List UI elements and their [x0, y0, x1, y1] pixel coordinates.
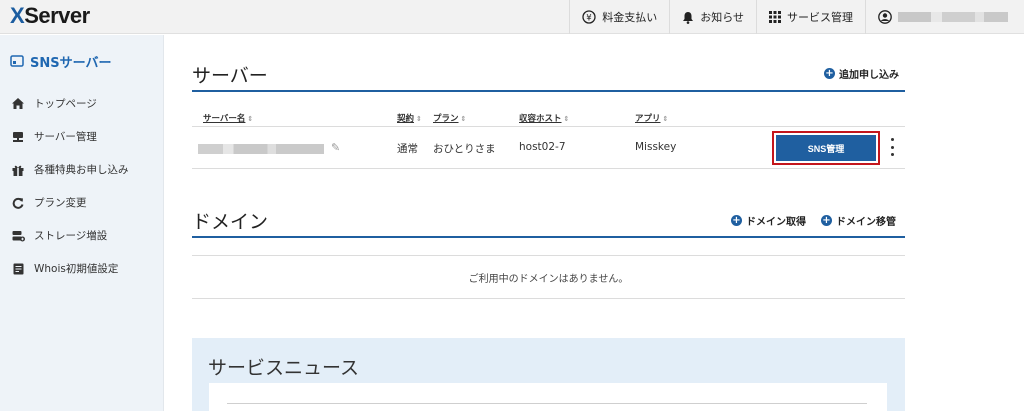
cell-app: Misskey	[635, 141, 677, 153]
cell-host: host02-7	[519, 141, 566, 153]
col-header-contract[interactable]: 契約 ⇕	[397, 112, 422, 124]
cell-contract: 通常	[397, 143, 418, 155]
sidebar-item-label: サーバー管理	[34, 131, 97, 143]
col-header-plan[interactable]: プラン ⇕	[433, 112, 466, 124]
sidebar-item-server-manage[interactable]: サーバー管理	[10, 129, 97, 144]
server-section-title: サーバー	[192, 65, 268, 87]
sort-icon: ⇕	[416, 115, 422, 123]
more-options-icon[interactable]	[889, 138, 895, 156]
grid-icon	[769, 11, 781, 23]
server-section-header: サーバー + 追加申し込み	[192, 61, 905, 92]
payment-nav[interactable]: ¥ 料金支払い	[569, 0, 669, 34]
service-news-title: サービスニュース	[208, 357, 360, 379]
sidebar-item-label: プラン変更	[34, 197, 87, 209]
table-divider	[192, 126, 905, 127]
plus-circle-icon: +	[824, 68, 835, 79]
top-bar: XServer ¥ 料金支払い お知らせ サービス管理	[0, 0, 1024, 34]
no-domains-message: ご利用中のドメインはありません。	[468, 274, 629, 285]
sns-server-icon	[10, 55, 24, 68]
bell-icon	[682, 11, 694, 24]
document-icon	[10, 263, 26, 275]
svg-text:¥: ¥	[587, 13, 593, 23]
storage-icon	[10, 230, 26, 242]
domain-table-bottom	[192, 298, 905, 299]
cell-plan: おひとりさま	[433, 143, 496, 155]
sidebar-item-top[interactable]: トップページ	[10, 96, 97, 111]
sns-manage-button[interactable]: SNS管理	[776, 135, 876, 161]
domain-section-title: ドメイン	[192, 211, 269, 233]
service-manage-nav[interactable]: サービス管理	[756, 0, 865, 34]
sidebar-item-label: Whois初期値設定	[34, 263, 119, 275]
sort-icon: ⇕	[460, 115, 467, 123]
news-divider	[227, 403, 867, 404]
sidebar-item-plan-change[interactable]: プラン変更	[10, 195, 87, 210]
sort-icon: ⇕	[662, 115, 669, 123]
main-content: サーバー + 追加申し込み サーバー名 ⇕ 契約 ⇕ プラン ⇕ 収容ホスト ⇕ アプリ…	[165, 35, 1024, 413]
service-news-panel: サービスニュース	[192, 338, 905, 413]
col-header-app[interactable]: アプリ ⇕	[635, 112, 668, 124]
domain-table-top	[192, 255, 905, 256]
add-application-label: 追加申し込み	[839, 70, 899, 81]
account-nav[interactable]	[865, 0, 1024, 34]
sidebar-item-whois[interactable]: Whois初期値設定	[10, 261, 118, 276]
sidebar-title-label: SNSサーバー	[30, 56, 112, 71]
sidebar: SNSサーバー トップページ サーバー管理 各種特典お申し込み プラン変更 スト…	[0, 35, 164, 411]
notice-label: お知らせ	[700, 11, 744, 24]
notice-nav[interactable]: お知らせ	[669, 0, 756, 34]
service-news-list	[209, 383, 887, 413]
plus-circle-icon: +	[731, 215, 742, 226]
col-header-server-name[interactable]: サーバー名 ⇕	[203, 112, 253, 124]
sidebar-item-benefits[interactable]: 各種特典お申し込み	[10, 162, 129, 177]
sns-manage-highlight: SNS管理	[772, 131, 880, 165]
col-header-host[interactable]: 収容ホスト ⇕	[519, 112, 569, 124]
edit-pencil-icon[interactable]: ✎	[331, 141, 340, 154]
home-icon	[10, 98, 26, 109]
sort-icon: ⇕	[563, 115, 570, 123]
sidebar-item-label: トップページ	[34, 98, 97, 110]
domain-transfer-link[interactable]: + ドメイン移管	[821, 213, 896, 228]
xserver-logo[interactable]: XServer	[10, 3, 90, 29]
sidebar-item-label: 各種特典お申し込み	[34, 164, 129, 176]
top-nav: ¥ 料金支払い お知らせ サービス管理	[569, 0, 1024, 34]
domain-section-header: ドメイン + ドメイン取得 + ドメイン移管	[192, 205, 905, 238]
yen-icon: ¥	[582, 10, 596, 24]
domain-acquire-label: ドメイン取得	[746, 217, 806, 228]
refresh-icon	[10, 197, 26, 209]
sidebar-item-storage[interactable]: ストレージ増設	[10, 228, 107, 243]
add-application-link[interactable]: + 追加申し込み	[824, 66, 899, 81]
plus-circle-icon: +	[821, 215, 832, 226]
account-name-redacted	[898, 12, 1008, 22]
server-icon	[10, 131, 26, 143]
sidebar-title[interactable]: SNSサーバー	[10, 52, 111, 71]
service-manage-label: サービス管理	[787, 11, 853, 24]
table-row-bottom	[192, 168, 905, 169]
user-icon	[878, 10, 892, 24]
domain-acquire-link[interactable]: + ドメイン取得	[731, 213, 806, 228]
sidebar-item-label: ストレージ増設	[34, 230, 108, 242]
server-name-redacted	[198, 144, 324, 154]
payment-label: 料金支払い	[602, 11, 658, 24]
domain-transfer-label: ドメイン移管	[836, 217, 896, 228]
gift-icon	[10, 164, 26, 176]
sort-icon: ⇕	[247, 115, 254, 123]
